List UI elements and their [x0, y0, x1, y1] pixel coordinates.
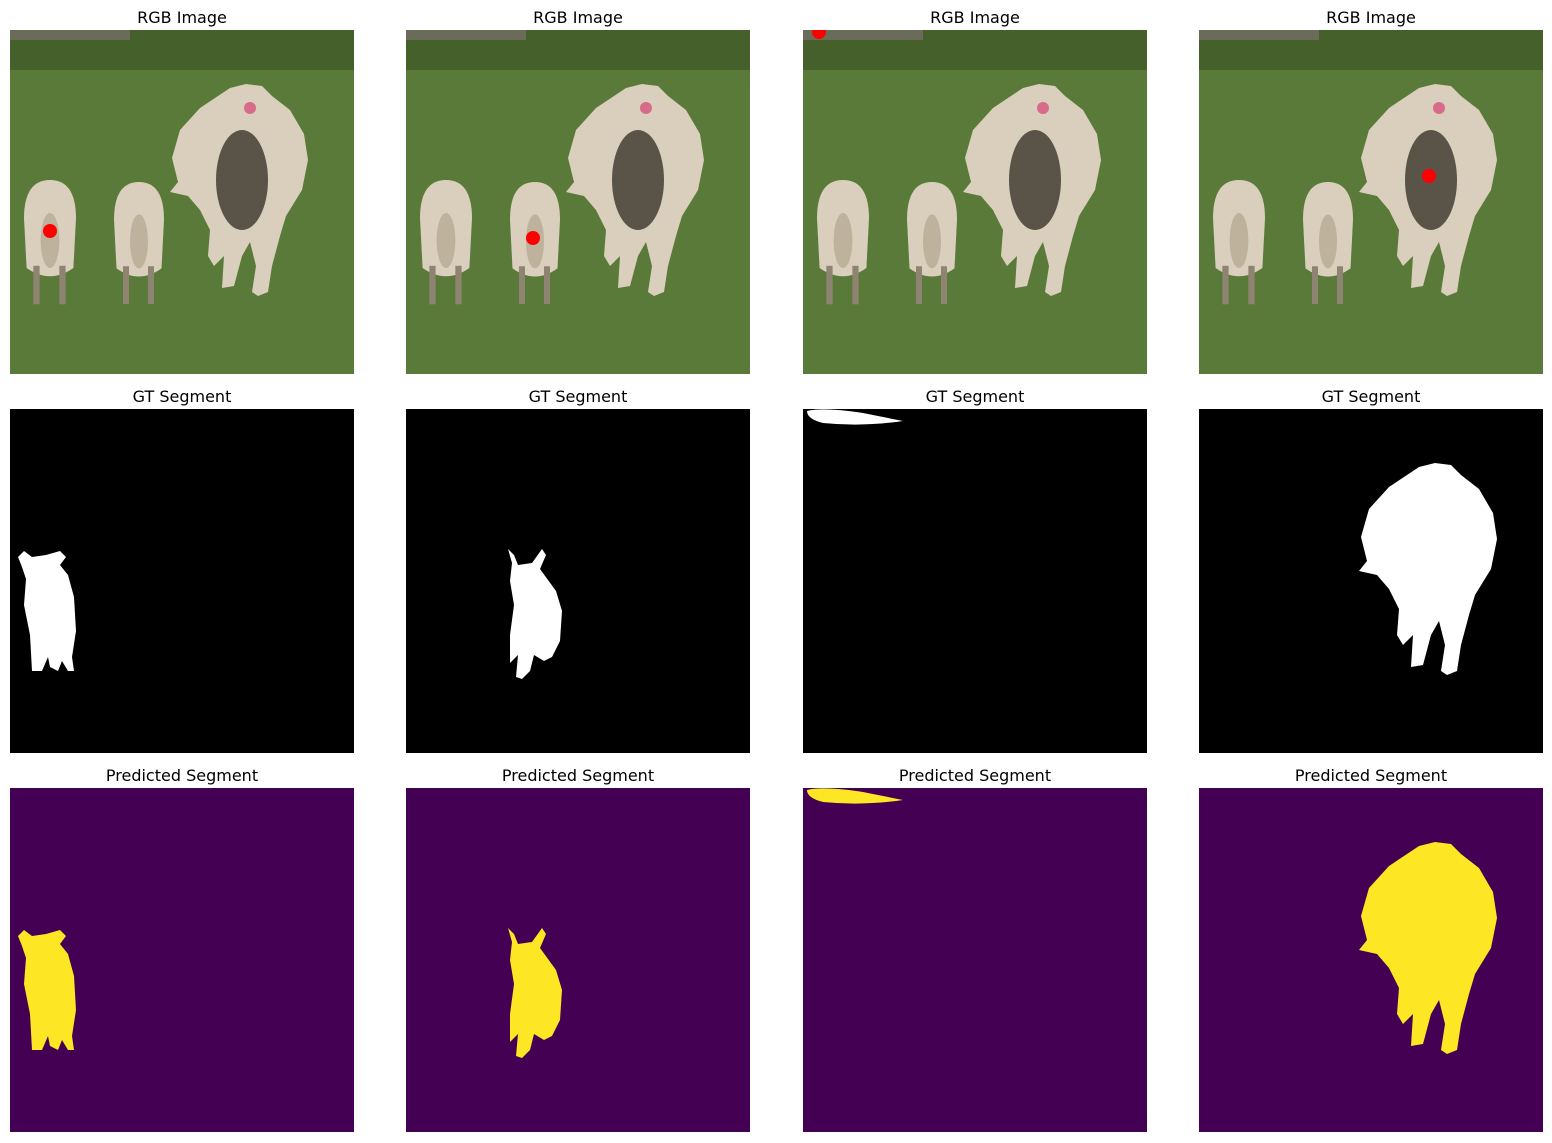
mask-background: [1199, 409, 1543, 753]
sheep-leg: [1222, 265, 1229, 305]
gt-mask-2: [406, 409, 750, 753]
sheep-shadow: [40, 213, 60, 268]
rgb-image-3: [803, 30, 1147, 374]
sheep-shadow: [833, 213, 853, 268]
sheep-leg: [33, 265, 40, 305]
panel-title: Predicted Segment: [105, 766, 259, 785]
paint-mark: [640, 102, 652, 114]
panel-title: GT Segment: [132, 387, 232, 406]
ground-strip: [406, 30, 526, 40]
sheep-shadow: [1319, 214, 1337, 269]
adult-sheep-shadow: [216, 130, 268, 230]
sheep-leg: [1248, 265, 1255, 305]
query-point-marker: [43, 224, 57, 238]
panel-title: Predicted Segment: [1294, 766, 1448, 785]
gt-mask-1: [10, 409, 354, 753]
panel-title: GT Segment: [1321, 387, 1421, 406]
panel-title: RGB Image: [533, 8, 623, 27]
mask-background: [803, 409, 1147, 753]
panel-title: Predicted Segment: [898, 766, 1052, 785]
panel-title: RGB Image: [137, 8, 227, 27]
pred-mask-3: [803, 788, 1147, 1132]
sheep-shadow: [1229, 213, 1249, 268]
pred-mask-2: [406, 788, 750, 1132]
sheep-leg: [544, 266, 550, 305]
panel-title: RGB Image: [1326, 8, 1416, 27]
sheep-leg: [916, 266, 922, 305]
query-point-marker: [526, 231, 540, 245]
sheep-shadow: [130, 214, 148, 269]
sheep-leg: [941, 266, 947, 305]
panel-title: RGB Image: [930, 8, 1020, 27]
sheep-leg: [148, 266, 154, 305]
rgb-image-4: [1199, 30, 1543, 374]
mask-background: [406, 788, 750, 1132]
query-point-marker: [1422, 169, 1436, 183]
sheep-leg: [1337, 266, 1343, 305]
ground-strip: [10, 30, 130, 40]
sheep-leg: [826, 265, 833, 305]
mask-background: [803, 788, 1147, 1132]
sheep-leg: [455, 265, 462, 305]
gt-mask-4: [1199, 409, 1543, 753]
panel-title: GT Segment: [528, 387, 628, 406]
rgb-image-1: [10, 30, 354, 374]
adult-sheep-shadow: [612, 130, 664, 230]
panel-title: GT Segment: [925, 387, 1025, 406]
sheep-shadow: [436, 213, 456, 268]
paint-mark: [1433, 102, 1445, 114]
sheep-leg: [852, 265, 859, 305]
paint-mark: [244, 102, 256, 114]
sheep-leg: [429, 265, 436, 305]
gt-mask-3: [803, 409, 1147, 753]
panel-title: Predicted Segment: [501, 766, 655, 785]
sheep-shadow: [923, 214, 941, 269]
sheep-leg: [59, 265, 66, 305]
mask-background: [1199, 788, 1543, 1132]
ground-strip: [1199, 30, 1319, 40]
rgb-image-2: [406, 30, 750, 374]
sheep-leg: [123, 266, 129, 305]
mask-background: [406, 409, 750, 753]
pred-mask-1: [10, 788, 354, 1132]
paint-mark: [1037, 102, 1049, 114]
sheep-leg: [1312, 266, 1318, 305]
sheep-leg: [519, 266, 525, 305]
adult-sheep-shadow: [1009, 130, 1061, 230]
pred-mask-4: [1199, 788, 1543, 1132]
